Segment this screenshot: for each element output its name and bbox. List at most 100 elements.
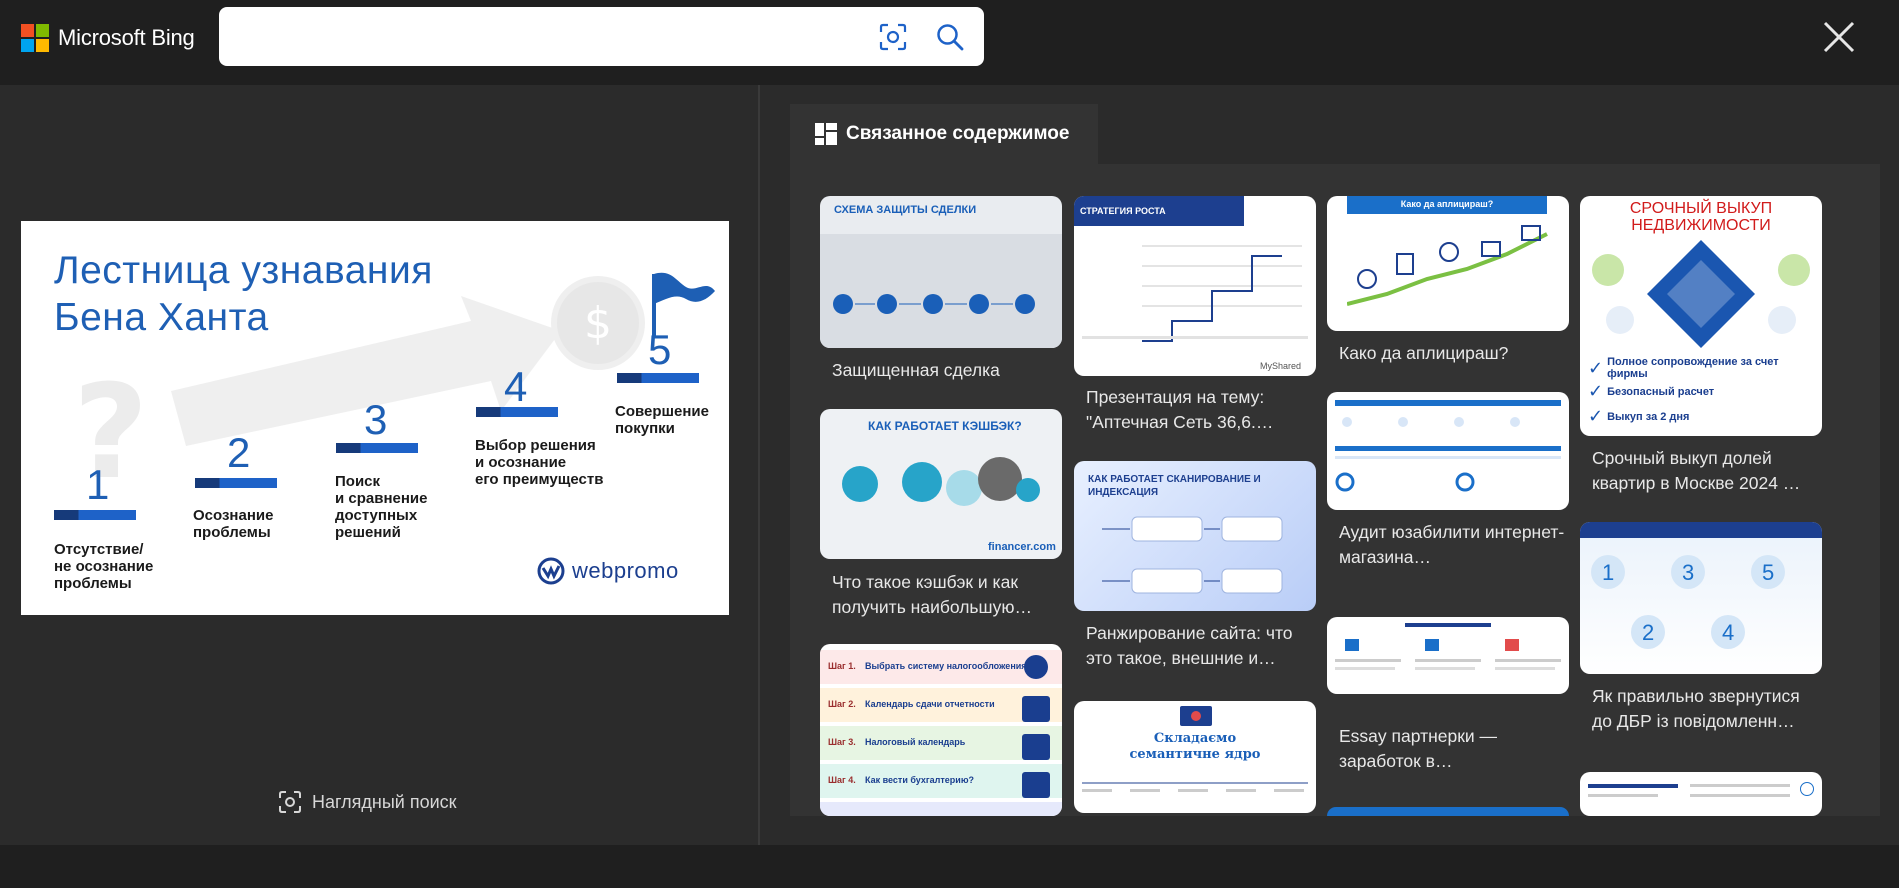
- related-caption[interactable]: Что такое кэшбэк и как получить наибольш…: [832, 570, 1060, 620]
- visual-search-label: Наглядный поиск: [312, 791, 457, 812]
- related-card[interactable]: СРОЧНЫЙ ВЫКУП НЕДВИЖИМОСТИ ✓ Полное сопр…: [1580, 196, 1822, 496]
- thumbnail-title: СТРАТЕГИЯ РОСТА: [1080, 206, 1166, 216]
- related-caption[interactable]: Срочный выкуп долей квартир в Москве 202…: [1592, 446, 1820, 496]
- main-image[interactable]: ? $ Лестница узнавания Бена Ханта 1 Отсу…: [21, 221, 729, 615]
- thumbnail-title: КАК РАБОТАЕТ КЭШБЭК?: [868, 419, 1022, 433]
- related-card[interactable]: Складаємо семантичне ядро: [1074, 701, 1316, 816]
- related-thumbnail[interactable]: СТРАТЕГИЯ РОСТА MyShared: [1074, 196, 1316, 376]
- related-caption[interactable]: Ранжирование сайта: что это такое, внешн…: [1086, 621, 1314, 671]
- step-label-line: покупки: [615, 420, 675, 437]
- close-button[interactable]: [1817, 15, 1861, 59]
- step-label-line: Совершение: [615, 403, 709, 420]
- search-input[interactable]: [239, 21, 863, 53]
- tab-related-content[interactable]: Связанное содержимое: [790, 104, 1098, 164]
- visual-search-button[interactable]: [876, 20, 910, 54]
- numbered-process-graphic: 1 3 5 2 4: [1591, 555, 1785, 649]
- thumbnail-title: СРОЧНЫЙ ВЫКУП НЕДВИЖИМОСТИ: [1629, 200, 1773, 234]
- benefit-line: ✓ Выкуп за 2 дня: [1588, 406, 1689, 427]
- related-caption[interactable]: Защищенная сделка: [832, 358, 1060, 383]
- step-row-text: Как вести бухгалтерию?: [865, 775, 975, 785]
- step-4-label: Выбор решения и осознание его преимущест…: [475, 437, 603, 488]
- related-caption[interactable]: Презентация на тему: "Аптечная Сеть 36,6…: [1086, 385, 1314, 435]
- related-thumbnail[interactable]: [1327, 392, 1569, 510]
- related-thumbnail[interactable]: [1327, 807, 1569, 816]
- camera-scan-icon: [879, 23, 907, 51]
- related-caption[interactable]: Како да аплицираш?: [1339, 341, 1567, 366]
- related-thumbnail[interactable]: СРОЧНЫЙ ВЫКУП НЕДВИЖИМОСТИ ✓ Полное сопр…: [1580, 196, 1822, 436]
- svg-text:3: 3: [1682, 560, 1694, 585]
- monitor-icon: [1180, 706, 1212, 726]
- search-button[interactable]: [933, 20, 967, 54]
- thumbnail-title: Складаємо семантичне ядро: [1129, 731, 1261, 762]
- related-card[interactable]: КАК РАБОТАЕТ КЭШБЭК? financer.com Что та…: [820, 409, 1062, 634]
- cashback-flow-graphic: [842, 457, 1040, 506]
- tab-label: Связанное содержимое: [846, 123, 1070, 144]
- related-thumbnail[interactable]: [1580, 772, 1822, 816]
- step-row-label: Шаг 1.: [828, 661, 856, 671]
- related-thumbnail[interactable]: [1327, 617, 1569, 694]
- bottom-bar: [0, 845, 1899, 888]
- related-thumbnail[interactable]: КАК РАБОТАЕТ СКАНИРОВАНИЕ И ИНДЕКСАЦИЯ: [1074, 461, 1316, 611]
- benefit-text: Полное сопровождение за счет фирмы: [1607, 356, 1779, 380]
- step-label-line: его преимуществ: [475, 471, 604, 488]
- related-card[interactable]: Шаг 1. Выбрать систему налогообложения Ш…: [820, 644, 1062, 816]
- svg-text:2: 2: [1642, 620, 1654, 645]
- step-row-label: Шаг 2.: [828, 699, 856, 709]
- benefit-line: ✓ Безопасный расчет: [1588, 381, 1714, 402]
- step-label-line: Поиск: [335, 473, 381, 490]
- indexing-flow-graphic: [1102, 516, 1283, 594]
- grid-layout-icon: [815, 123, 837, 145]
- step-label-line: проблемы: [54, 575, 132, 592]
- step-label-line: и осознание: [475, 454, 567, 471]
- main-image-title: Лестница узнавания Бена Ханта: [54, 247, 433, 341]
- step-3-label: Поиск и сравнение доступных решений: [335, 473, 427, 541]
- step-2-bar: [195, 478, 277, 488]
- related-thumbnail[interactable]: КАК РАБОТАЕТ КЭШБЭК? financer.com: [820, 409, 1062, 559]
- process-icons-graphic: [833, 294, 1035, 314]
- step-5-label: Совершение покупки: [615, 403, 709, 437]
- growth-table-graphic: [1082, 245, 1308, 342]
- svg-text:4: 4: [1722, 620, 1734, 645]
- related-card[interactable]: СХЕМА ЗАЩИТЫ СДЕЛКИ Защищенная сделка: [820, 196, 1062, 396]
- related-content-panel[interactable]: СХЕМА ЗАЩИТЫ СДЕЛКИ Защищенная сделка КА…: [790, 164, 1880, 816]
- benefit-text: Безопасный расчет: [1607, 385, 1715, 398]
- related-thumbnail[interactable]: СХЕМА ЗАЩИТЫ СДЕЛКИ: [820, 196, 1062, 348]
- microsoft-logo-icon: [21, 24, 49, 52]
- related-caption[interactable]: Essay партнерки — заработок в…: [1339, 724, 1567, 774]
- usability-audit-graphic: [1335, 400, 1561, 492]
- thumbnail-footer: MyShared: [1260, 361, 1302, 371]
- related-thumbnail[interactable]: 1 3 5 2 4: [1580, 522, 1822, 674]
- close-icon: [1823, 21, 1855, 53]
- bing-logo[interactable]: Microsoft Bing: [21, 24, 195, 52]
- step-label-line: не осознание: [54, 558, 154, 575]
- related-card[interactable]: [1580, 772, 1822, 816]
- svg-text:5: 5: [1762, 560, 1774, 585]
- step-label-line: решений: [335, 524, 401, 541]
- step-label-line: и сравнение: [335, 490, 428, 507]
- check-icon: ✓: [1588, 381, 1604, 402]
- related-caption[interactable]: Як правильно звернутися до ДБР із повідо…: [1592, 684, 1820, 734]
- search-box[interactable]: [219, 7, 984, 66]
- related-card[interactable]: 1 3 5 2 4 Як правильно звернутися до ДБР…: [1580, 522, 1822, 747]
- thumbnail-title: СХЕМА ЗАЩИТЫ СДЕЛКИ: [834, 204, 977, 216]
- visual-search-link[interactable]: Наглядный поиск: [278, 790, 457, 814]
- related-thumbnail[interactable]: Складаємо семантичне ядро: [1074, 701, 1316, 813]
- related-caption[interactable]: Аудит юзабилити интернет-магазина…: [1339, 520, 1567, 570]
- step-5-number: 5: [648, 326, 672, 373]
- step-row-label: Шаг 3.: [828, 737, 856, 747]
- related-thumbnail[interactable]: Како да аплицираш?: [1327, 196, 1569, 331]
- real-estate-diagram: [1592, 240, 1810, 348]
- related-card[interactable]: КАК РАБОТАЕТ СКАНИРОВАНИЕ И ИНДЕКСАЦИЯ Р…: [1074, 461, 1316, 681]
- step-2-number: 2: [227, 429, 251, 476]
- step-label-line: Отсутствие/: [54, 541, 144, 558]
- title-line-1: Лестница узнавания: [54, 249, 433, 292]
- related-card[interactable]: Essay партнерки — заработок в…: [1327, 617, 1569, 816]
- pane-divider[interactable]: [758, 85, 760, 845]
- top-bar: Microsoft Bing: [0, 0, 1899, 85]
- numbered-steps-graphic: [1082, 782, 1308, 792]
- search-icon: [937, 24, 964, 51]
- step-row-label: Шаг 4.: [828, 775, 856, 785]
- related-thumbnail[interactable]: Шаг 1. Выбрать систему налогообложения Ш…: [820, 644, 1062, 816]
- related-card[interactable]: Како да аплицираш? Како да аплицираш?: [1327, 196, 1569, 376]
- related-card[interactable]: Аудит юзабилити интернет-магазина…: [1327, 392, 1569, 592]
